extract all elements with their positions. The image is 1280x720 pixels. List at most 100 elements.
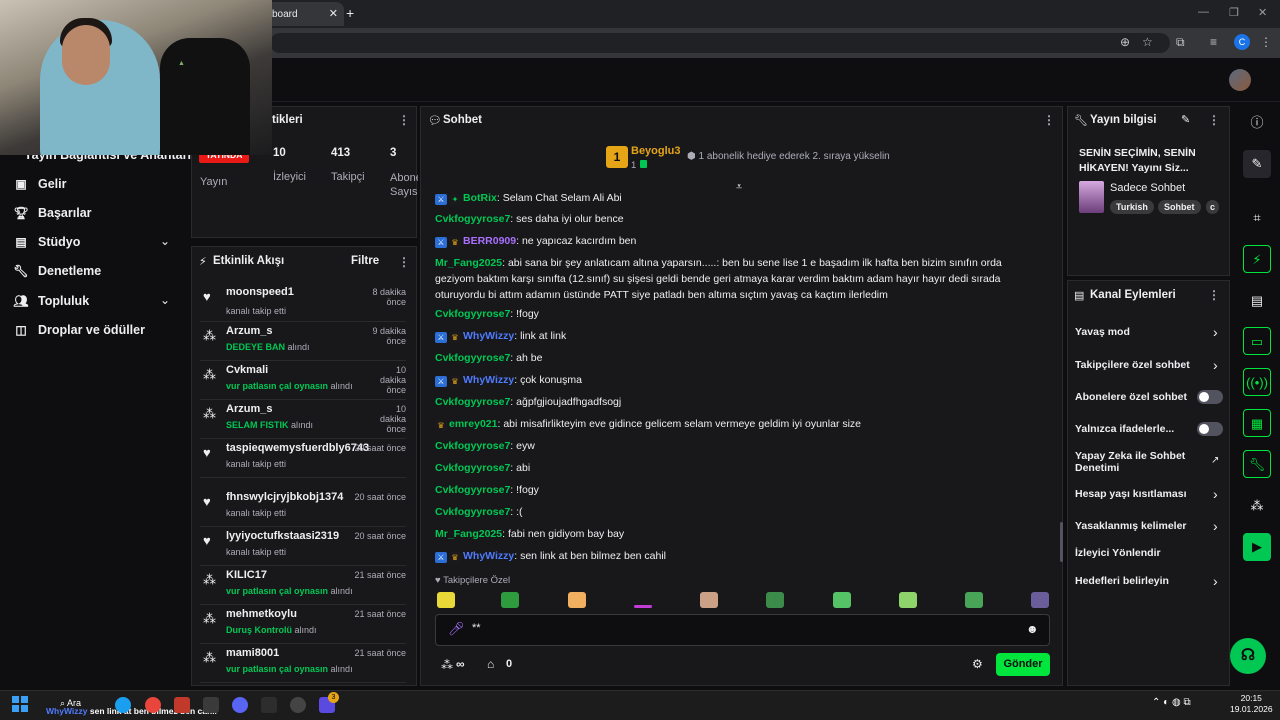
chevron-down-icon[interactable]: ⌄ — [160, 234, 170, 248]
action-slow-mode[interactable]: Yavaş mod — [1075, 326, 1130, 338]
emote-4[interactable] — [634, 605, 652, 608]
chat-message[interactable]: Cvkfogyyrose7: !fogy — [435, 482, 1035, 498]
emotes-only-toggle[interactable] — [1197, 422, 1223, 436]
discord-icon[interactable] — [232, 697, 248, 713]
chevron-down-icon[interactable]: ⌄ — [160, 293, 170, 307]
chat-username[interactable]: Cvkfogyyrose7 — [435, 352, 510, 364]
chevron-right-icon[interactable]: › — [1213, 357, 1218, 373]
activity-item[interactable]: ♥ fhnswylcjryjbkobj1374 20 saat önce kanalı… — [200, 489, 406, 527]
chat-message[interactable]: ⚔ ♛ WhyWizzy: çok konuşma — [435, 372, 1035, 388]
user-avatar[interactable] — [1229, 69, 1251, 91]
activity-item[interactable]: ⁂ Arzum_s 9 dakika önce DEDEYE BAN alındı — [200, 323, 406, 361]
chat-message[interactable]: Cvkfogyyrose7: ses daha iyi olur bence — [435, 211, 1035, 227]
chat-scrollbar[interactable] — [1060, 522, 1063, 562]
lightning-action-icon[interactable]: ⚡︎ — [1243, 245, 1271, 273]
store-icon[interactable]: ⌂ — [487, 657, 494, 671]
broadcast-icon[interactable]: ((•)) — [1243, 368, 1271, 396]
chat-kebab-icon[interactable]: ⋮ — [1043, 113, 1055, 127]
action-ai-moderation[interactable]: Yapay Zeka ile Sohbet Denetimi — [1075, 450, 1195, 474]
activity-user[interactable]: Cvkmali — [226, 364, 268, 376]
chevron-right-icon[interactable]: › — [1213, 324, 1218, 340]
activity-item[interactable]: ♥ lyyiyoctufkstaasi2319 20 saat önce kanalı… — [200, 528, 406, 566]
emote-9[interactable] — [965, 592, 983, 608]
chat-message[interactable]: ⚔ ♛ WhyWizzy: sen link at ben bilmez ben c… — [435, 548, 1035, 564]
chrome-icon[interactable] — [145, 697, 161, 713]
chat-username[interactable]: Cvkfogyyrose7 — [435, 506, 510, 518]
edge-icon[interactable] — [115, 697, 131, 713]
sidebar-item-community[interactable]: 👥︎ Topluluk — [12, 291, 89, 311]
url-field[interactable] — [270, 33, 1170, 53]
leaderboard-user[interactable]: Beyoglu3 — [631, 145, 681, 157]
chat-message[interactable]: Cvkfogyyrose7: eyw — [435, 438, 1035, 454]
edit-pencil-icon[interactable]: ✎ — [1181, 113, 1190, 126]
chat-username[interactable]: Cvkfogyyrose7 — [435, 213, 510, 225]
channel-actions-kebab-icon[interactable]: ⋮ — [1208, 288, 1220, 302]
chat-message[interactable]: ⚔ ✦ BotRix: Selam Chat Selam Ali Abi — [435, 192, 1035, 206]
system-tray-icons[interactable]: ⌃ ◐ ◍ ⧉ — [1152, 697, 1191, 708]
chat-username[interactable]: Cvkfogyyrose7 — [435, 396, 510, 408]
activity-user[interactable]: taspieqwemysfuerdbly6743 — [226, 442, 369, 454]
activity-user[interactable]: moonspeed1 — [226, 286, 294, 298]
info-icon[interactable]: ⓘ — [1243, 109, 1271, 137]
chat-message[interactable]: Cvkfogyyrose7: :( — [435, 504, 1035, 520]
chat-message[interactable]: Cvkfogyyrose7: abi — [435, 460, 1035, 476]
close-tab-icon[interactable]: ✕ — [329, 7, 338, 20]
activity-kebab-icon[interactable]: ⋮ — [398, 255, 410, 269]
app-icon-3[interactable] — [261, 697, 277, 713]
reading-list-icon[interactable]: ≡ — [1210, 35, 1217, 49]
sidebar-item-studio[interactable]: ▤ Stüdyo — [12, 232, 80, 252]
chat-settings-gear-icon[interactable]: ⚙︎ — [972, 657, 983, 671]
sidebar-item-revenue[interactable]: ▣ Gelir — [12, 174, 66, 194]
chat-username[interactable]: Cvkfogyyrose7 — [435, 484, 510, 496]
action-account-age[interactable]: Hesap yaşı kısıtlaması — [1075, 488, 1187, 500]
external-link-icon[interactable]: ↗ — [1211, 455, 1219, 466]
tag-turkish[interactable]: Turkish — [1110, 200, 1154, 214]
maximize-icon[interactable]: ❐ — [1229, 6, 1239, 19]
browser-menu-icon[interactable]: ⋮ — [1260, 35, 1272, 49]
action-banned-words[interactable]: Yasaklanmış kelimeler — [1075, 520, 1187, 532]
chat-message[interactable]: ♛ emrey021: abi misafirlikteyim eve gidin… — [435, 416, 1035, 432]
chevron-right-icon[interactable]: › — [1213, 486, 1218, 502]
chevron-right-icon[interactable]: › — [1213, 518, 1218, 534]
microphone-icon[interactable]: 🎤︎ — [448, 621, 465, 637]
emote-10[interactable] — [1031, 592, 1049, 608]
emote-6[interactable] — [766, 592, 784, 608]
channel-points-icon[interactable]: ⁂ — [441, 658, 453, 672]
activity-user[interactable]: lyyiyoctufkstaasi2319 — [226, 530, 339, 542]
chat-action-icon[interactable]: ▭ — [1243, 327, 1271, 355]
activity-user[interactable]: mehmetkoylu — [226, 608, 297, 620]
activity-item[interactable]: ⁂ Arzum_s 10 dakika önce SELAM FISTIK alınd… — [200, 401, 406, 439]
sidebar-item-drops[interactable]: ◫ Droplar ve ödüller — [12, 320, 145, 340]
obs-icon[interactable] — [290, 697, 306, 713]
tag-more[interactable]: c — [1206, 200, 1219, 214]
chat-username[interactable]: Cvkfogyyrose7 — [435, 462, 510, 474]
activity-user[interactable]: KILIC17 — [226, 569, 267, 581]
activity-user[interactable]: fhnswylcjryjbkobj1374 — [226, 491, 343, 503]
tag-sohbet[interactable]: Sohbet — [1158, 200, 1201, 214]
chat-username[interactable]: Mr_Fang2025 — [435, 257, 502, 269]
browser-profile-avatar[interactable]: C — [1234, 34, 1250, 50]
activity-item[interactable]: ⁂ mami8001 21 saat önce vur patlasın çal oy… — [200, 645, 406, 683]
sidebar-item-achievements[interactable]: 🏆︎ Başarılar — [12, 203, 91, 223]
chat-username[interactable]: Mr_Fang2025 — [435, 528, 502, 540]
chat-username[interactable]: WhyWizzy — [463, 374, 514, 386]
windows-start-icon[interactable] — [12, 696, 28, 712]
sidebar-item-moderation[interactable]: 🔧︎ Denetleme — [12, 261, 101, 281]
filter-button[interactable]: Filtre — [351, 255, 379, 267]
chat-message[interactable]: Cvkfogyyrose7: ah be — [435, 350, 1035, 366]
chat-username[interactable]: WhyWizzy — [463, 550, 514, 562]
app-icon-2[interactable] — [203, 697, 219, 713]
edit-icon[interactable]: ✎ — [1243, 150, 1271, 178]
category-name[interactable]: Sadece Sohbet — [1110, 182, 1185, 194]
action-followers-only[interactable]: Takipçilere özel sohbet — [1075, 359, 1190, 371]
chat-input[interactable] — [435, 614, 1050, 646]
chat-message[interactable]: ⚔ ♛ WhyWizzy: link at link — [435, 328, 1035, 344]
extensions-icon[interactable]: ⧉ — [1176, 35, 1185, 50]
emote-8[interactable] — [899, 592, 917, 608]
clip-icon[interactable]: ⌗ — [1243, 204, 1271, 232]
chat-username[interactable]: Cvkfogyyrose7 — [435, 440, 510, 452]
emote-2[interactable] — [501, 592, 519, 608]
new-tab-button[interactable]: + — [346, 5, 354, 21]
wrench-action-icon[interactable]: 🔧︎ — [1243, 450, 1271, 478]
emoji-icon[interactable]: ☻ — [1026, 622, 1039, 636]
